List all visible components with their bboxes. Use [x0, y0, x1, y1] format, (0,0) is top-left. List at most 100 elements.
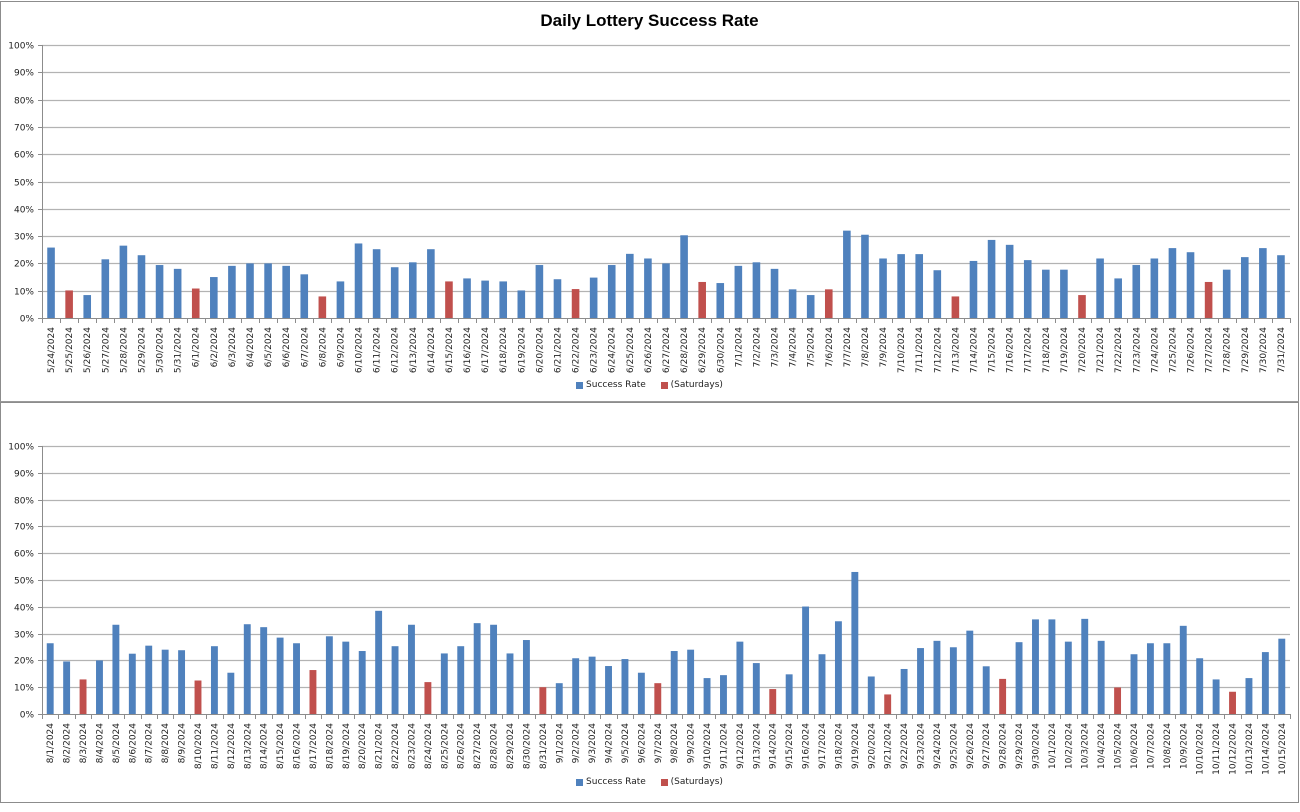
- x-tick-label: 7/4/2024: [789, 327, 799, 368]
- bar-success-rate: [155, 265, 164, 318]
- bar-success-rate: [736, 641, 744, 714]
- bar-success-rate: [358, 651, 366, 714]
- x-tick-label: 5/27/2024: [101, 327, 111, 373]
- x-tick-label: 8/13/2024: [243, 723, 253, 769]
- x-tick-label: 7/21/2024: [1096, 327, 1106, 373]
- x-tick-label: 8/20/2024: [358, 723, 368, 769]
- bar-saturday: [884, 694, 892, 714]
- x-tick-label: 7/2/2024: [752, 327, 762, 368]
- x-tick-label: 7/11/2024: [915, 327, 925, 373]
- chart-plot-bottom: 0% 10% 20% 30% 40% 50% 60% 70% 80% 90% 100% 8/1/202…: [8, 443, 1291, 775]
- x-tick-label: 6/12/2024: [391, 327, 401, 373]
- x-tick-label: 9/28/2024: [999, 723, 1009, 769]
- x-tick-label: 6/11/2024: [373, 327, 383, 373]
- x-tick-label: 7/23/2024: [1132, 327, 1142, 373]
- bar-success-rate: [119, 245, 128, 318]
- bar-saturday: [1114, 687, 1122, 714]
- x-tick-label: 8/10/2024: [194, 723, 204, 769]
- x-tick-label: 8/23/2024: [407, 723, 417, 769]
- legend-bottom: Success Rate (Saturdays): [1, 777, 1298, 789]
- bar-success-rate: [1048, 619, 1056, 714]
- bar-success-rate: [1168, 248, 1177, 318]
- bar-success-rate: [687, 649, 695, 714]
- bar-success-rate: [1114, 278, 1122, 318]
- y-tick-label: 30%: [14, 233, 34, 243]
- bar-success-rate: [607, 265, 616, 318]
- bar-success-rate: [644, 258, 652, 318]
- bar-success-rate: [1150, 258, 1159, 318]
- x-tick-label: 9/9/2024: [687, 723, 697, 764]
- x-tick-label: 5/25/2024: [65, 327, 75, 373]
- y-tick-label: 20%: [14, 657, 34, 667]
- legend-top: Success Rate (Saturdays): [1, 380, 1298, 392]
- x-tick-label: 10/7/2024: [1146, 723, 1156, 769]
- x-tick-label: 10/5/2024: [1114, 723, 1124, 769]
- bar-success-rate: [1240, 257, 1249, 318]
- x-tick-label: 9/20/2024: [867, 723, 877, 769]
- x-tick-label: 6/27/2024: [662, 327, 672, 373]
- x-tick-label: 10/9/2024: [1179, 723, 1189, 769]
- x-tick-label: 7/8/2024: [861, 327, 871, 368]
- bar-success-rate: [336, 281, 345, 318]
- x-tick-label: 8/16/2024: [293, 723, 303, 769]
- bar-saturday: [318, 296, 327, 318]
- x-tick-label: 5/24/2024: [47, 327, 57, 373]
- bar-success-rate: [137, 255, 146, 318]
- x-tick-label: 8/18/2024: [325, 723, 335, 769]
- bar-saturday: [1078, 295, 1086, 318]
- bar-success-rate: [300, 274, 309, 318]
- bar-success-rate: [933, 270, 942, 318]
- y-tick-label: 60%: [14, 550, 34, 560]
- x-tick-label: 8/22/2024: [391, 723, 401, 769]
- x-tick-label: 10/6/2024: [1130, 723, 1140, 769]
- bar-saturday: [445, 281, 453, 318]
- bar-success-rate: [788, 289, 797, 318]
- x-tick-label: 7/13/2024: [951, 327, 961, 373]
- x-tick-label: 9/7/2024: [654, 723, 664, 764]
- x-tick-label: 9/21/2024: [884, 723, 894, 769]
- x-tick-label: 6/6/2024: [282, 327, 292, 368]
- bar-success-rate: [917, 648, 924, 714]
- legend-label-success-rate: Success Rate: [586, 380, 646, 390]
- bar-success-rate: [128, 653, 136, 714]
- x-tick-label: 10/13/2024: [1245, 723, 1255, 775]
- x-tick-label: 5/29/2024: [137, 327, 147, 373]
- x-tick-label: 8/17/2024: [309, 723, 319, 769]
- bar-success-rate: [246, 263, 254, 318]
- legend-item-saturdays: (Saturdays): [660, 777, 723, 787]
- x-tick-label: 7/29/2024: [1241, 327, 1251, 373]
- x-tick-label: 7/22/2024: [1114, 327, 1124, 373]
- legend-item-success-rate: Success Rate: [576, 380, 646, 390]
- bar-success-rate: [969, 260, 978, 318]
- bar-success-rate: [481, 280, 489, 318]
- bar-success-rate: [1163, 643, 1171, 714]
- x-tick-label: 6/18/2024: [499, 327, 509, 373]
- bar-success-rate: [390, 267, 399, 318]
- bar-saturday: [769, 689, 777, 714]
- x-tick-label: 9/1/2024: [555, 723, 565, 764]
- x-tick-label: 10/14/2024: [1261, 723, 1271, 775]
- x-tick-label: 8/25/2024: [440, 723, 450, 769]
- bar-success-rate: [1186, 252, 1195, 318]
- bar-success-rate: [867, 676, 875, 714]
- bar-success-rate: [391, 646, 399, 714]
- bar-success-rate: [1196, 658, 1204, 714]
- y-tick-label: 10%: [14, 288, 34, 298]
- bar-success-rate: [680, 235, 688, 318]
- chart-panel-bottom: 0% 10% 20% 30% 40% 50% 60% 70% 80% 90% 100% 8/1/202…: [0, 402, 1299, 803]
- x-tick-label: 6/15/2024: [445, 327, 455, 373]
- legend-label-saturdays: (Saturdays): [670, 777, 723, 787]
- x-tick-label: 8/26/2024: [457, 723, 467, 769]
- bar-success-rate: [178, 650, 186, 714]
- legend-item-saturdays: (Saturdays): [660, 380, 723, 390]
- bar-saturday: [999, 678, 1007, 714]
- bar-success-rate: [46, 643, 54, 714]
- x-tick-label: 8/19/2024: [342, 723, 352, 769]
- x-tick-label: 8/1/2024: [46, 723, 56, 764]
- y-tick-label: 60%: [14, 151, 34, 161]
- bar-success-rate: [1212, 679, 1220, 714]
- bar-saturday: [1229, 691, 1236, 714]
- x-tick-label: 9/5/2024: [621, 723, 631, 764]
- bar-success-rate: [987, 239, 996, 318]
- bar-success-rate: [734, 265, 743, 318]
